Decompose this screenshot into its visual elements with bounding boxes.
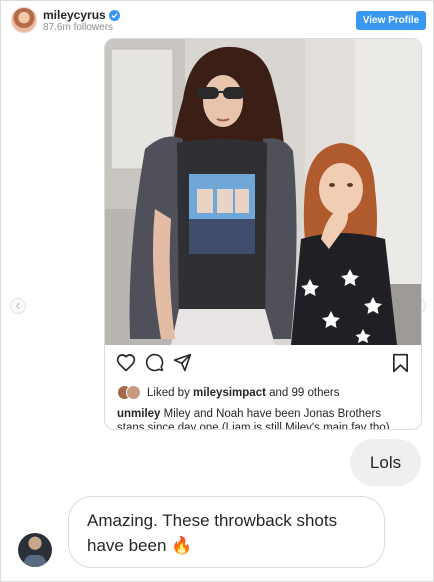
verified-badge-icon [108, 9, 120, 21]
shared-post-card[interactable]: Liked by mileysimpact and 99 others unmi… [104, 38, 422, 430]
paper-plane-icon[interactable] [173, 353, 192, 377]
likes-summary: Liked by mileysimpact and 99 others [117, 385, 339, 401]
follower-count: 87.6m followers [43, 22, 114, 33]
avatar [126, 385, 141, 400]
caption-username[interactable]: unmiley [117, 408, 160, 420]
liker-avatars [117, 385, 143, 401]
sender-avatar[interactable] [18, 533, 52, 567]
sent-message-bubble[interactable]: Lols [350, 439, 421, 486]
post-actions [105, 351, 421, 378]
direct-message-thread: mileycyrus 87.6m followers View Profile [0, 0, 434, 582]
likes-prefix: Liked by [147, 387, 190, 399]
liked-by-username[interactable]: mileysimpact [193, 387, 266, 399]
profile-header: mileycyrus 87.6m followers View Profile [1, 1, 433, 37]
post-caption: unmiley Miley and Noah have been Jonas B… [117, 407, 413, 421]
username-text: mileycyrus [43, 8, 106, 22]
comment-icon[interactable] [145, 353, 164, 377]
profile-username[interactable]: mileycyrus [43, 8, 120, 22]
received-message-bubble[interactable]: Amazing. These throwback shots have been… [68, 496, 385, 568]
caption-overflow-line: stans since day one (Liam is still Miley… [117, 422, 390, 429]
caption-text: Miley and Noah have been Jonas Brothers [163, 408, 382, 420]
heart-icon[interactable] [116, 353, 136, 377]
chevron-left-icon[interactable] [10, 298, 26, 314]
view-profile-button[interactable]: View Profile [356, 11, 426, 30]
bookmark-icon[interactable] [392, 353, 409, 378]
profile-avatar[interactable] [11, 7, 37, 33]
post-photo[interactable] [105, 39, 421, 345]
likes-suffix[interactable]: and 99 others [269, 387, 339, 399]
